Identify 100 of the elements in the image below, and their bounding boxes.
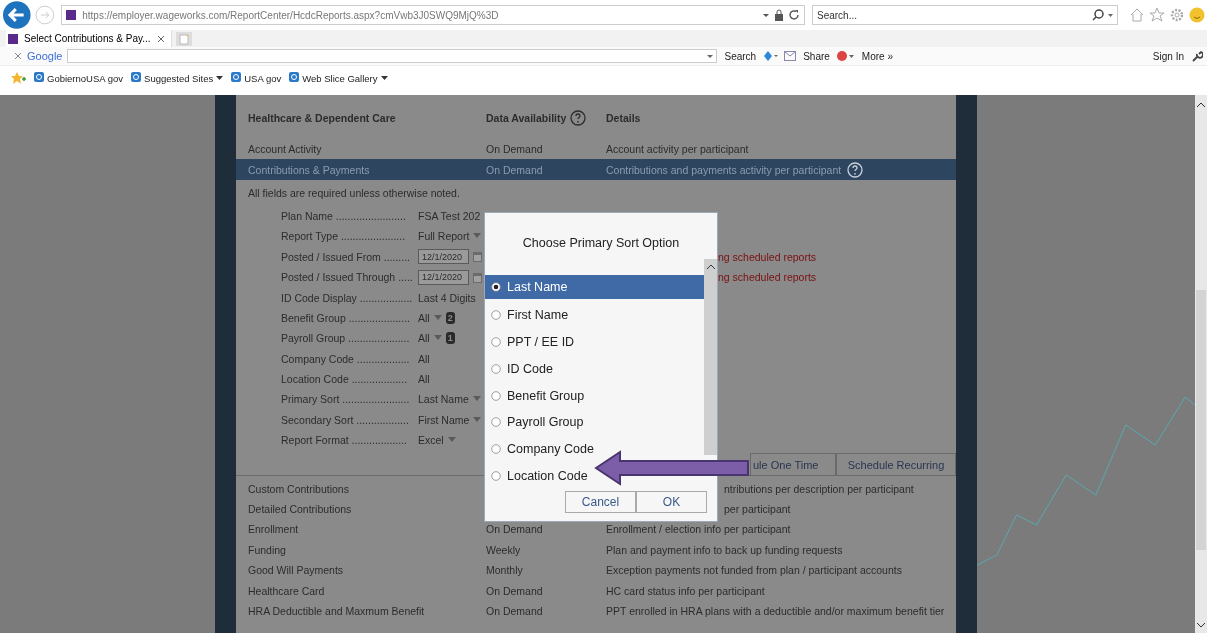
toolbar-search-field[interactable] [67, 49, 718, 63]
favorites-link[interactable]: Web Slice Gallery [289, 72, 388, 84]
scrollbar[interactable] [1195, 95, 1207, 633]
page-icon [289, 72, 300, 84]
calendar-icon[interactable] [473, 271, 482, 283]
sort-option[interactable]: PPT / EE ID [485, 328, 577, 356]
scroll-up-icon[interactable] [1196, 101, 1206, 109]
field-label: Report Format ................... [281, 434, 409, 447]
field-value: Last 4 Digits [418, 291, 476, 304]
help-icon[interactable] [570, 110, 587, 126]
availability-text: On Demand [486, 523, 543, 536]
address-field[interactable]: https://employer.wageworks.com/ReportCenter/HcdcReports.aspx?cmVwb3J0SWQ9MjQ%3D [61, 5, 805, 25]
forward-button[interactable] [34, 5, 55, 25]
sort-option[interactable]: Payroll Group [485, 409, 586, 436]
details-text: ntributions per description per participant [724, 482, 914, 495]
caret-icon[interactable] [380, 75, 388, 81]
date-field[interactable]: 12/1/2020 [418, 249, 469, 265]
date-field[interactable]: 12/1/2020 [418, 269, 469, 285]
count-badge: 2 [445, 311, 455, 324]
favorites-star-icon[interactable] [10, 71, 26, 85]
field-label: ID Code Display .................. [281, 291, 414, 304]
ok-button[interactable]: OK [636, 491, 707, 513]
field-value[interactable]: Full Report [418, 230, 470, 243]
browser-tab[interactable]: Select Contributions & Pay... [6, 30, 172, 47]
field-value[interactable]: All [418, 311, 430, 324]
sort-option[interactable]: Location Code [485, 462, 590, 490]
field-label: Company Code .................. [281, 352, 411, 365]
schedule-button[interactable]: Schedule Recurring [836, 453, 956, 476]
diamond-icon[interactable] [763, 50, 780, 62]
scroll-down-icon[interactable] [1196, 621, 1206, 629]
close-icon[interactable] [156, 34, 165, 43]
sign-in-button[interactable]: Sign In [1150, 50, 1186, 62]
field-label: Primary Sort ....................... [281, 393, 411, 406]
schedule-button[interactable]: ule One Time [750, 453, 836, 476]
sort-option[interactable]: Benefit Group [485, 382, 587, 409]
scroll-thumb[interactable] [1196, 290, 1206, 550]
report-name[interactable]: Good Will Payments [248, 564, 486, 577]
page-icon [131, 72, 142, 84]
scroll-up-icon[interactable] [705, 263, 716, 271]
details-text: PPT enrolled in HRA plans with a deductible and/or maximum benefit tier [606, 605, 945, 617]
details-text: Plan and payment info to back up funding requests [606, 543, 843, 556]
scrollbar[interactable] [704, 259, 717, 455]
search-field[interactable]: Search... [812, 5, 1118, 25]
report-row[interactable]: Contributions & Payments On Demand Contributions and payments activity per participant [236, 159, 956, 180]
lock-icon [774, 9, 784, 21]
radio-icon[interactable] [491, 390, 501, 401]
sort-option[interactable]: Company Code [485, 435, 596, 463]
radio-icon[interactable] [491, 282, 501, 292]
dropdown-icon[interactable] [706, 52, 715, 60]
mail-icon[interactable] [784, 51, 797, 61]
back-button[interactable] [2, 0, 32, 30]
radio-icon[interactable] [491, 470, 501, 481]
favorites-link[interactable]: Suggested Sites [131, 72, 224, 84]
refresh-icon[interactable] [788, 9, 800, 21]
share-button[interactable]: Share [801, 50, 832, 62]
field-value[interactable]: Last Name [418, 393, 469, 406]
field-label: Posted / Issued Through ..... [281, 271, 414, 284]
details-text: Exception payments not funded from plan / participant accounts [606, 564, 902, 577]
radio-icon[interactable] [491, 337, 501, 347]
caret-icon[interactable] [216, 75, 224, 81]
arrow-icon [594, 450, 750, 486]
details-text: Enrollment / election info per participant [606, 523, 791, 536]
sort-option[interactable]: First Name [485, 301, 571, 329]
calendar-icon[interactable] [473, 251, 482, 263]
report-name[interactable]: Enrollment [248, 523, 486, 536]
report-name[interactable]: Custom Contributions [248, 482, 486, 495]
availability-text: Monthly [486, 564, 523, 577]
settings-icon[interactable] [1169, 7, 1185, 23]
home-icon[interactable] [1129, 7, 1145, 23]
sort-option[interactable]: ID Code [485, 355, 555, 383]
favorites-link[interactable]: GobiernoUSA gov [34, 72, 124, 84]
favorites-link[interactable]: USA gov [231, 72, 282, 84]
radio-icon[interactable] [491, 363, 501, 374]
cancel-button[interactable]: Cancel [565, 491, 636, 513]
report-name[interactable]: HRA Deductible and Maxmum Benefit [248, 605, 486, 617]
search-icon[interactable] [1092, 9, 1114, 21]
warning-text: ng scheduled reports [718, 271, 817, 284]
field-value[interactable]: First Name [418, 413, 470, 426]
new-tab-button[interactable] [175, 31, 192, 46]
field-value[interactable]: All [418, 332, 430, 345]
sort-option[interactable]: Last Name [485, 275, 704, 299]
radio-icon[interactable] [491, 444, 501, 455]
radio-icon[interactable] [491, 310, 501, 321]
close-icon[interactable] [14, 52, 22, 60]
site-icon [66, 10, 77, 20]
field-label: Report Type ...................... [281, 230, 407, 243]
report-name[interactable]: Healthcare Card [248, 584, 486, 597]
more-button[interactable]: More » [859, 50, 895, 62]
field-value[interactable]: Excel [418, 434, 444, 447]
radio-icon[interactable] [491, 417, 501, 428]
field-label: Location Code ................... [281, 373, 409, 386]
star-icon[interactable] [1149, 7, 1165, 23]
dropdown-icon[interactable] [762, 11, 770, 19]
report-name[interactable]: Funding [248, 543, 486, 556]
wrench-icon[interactable] [1191, 50, 1203, 62]
toolbar-search-button[interactable]: Search [722, 50, 759, 62]
report-name[interactable]: Detailed Contributions [248, 503, 486, 516]
smiley-icon[interactable] [1189, 7, 1205, 23]
report-row[interactable]: Account Activity On Demand Account activity per participant [236, 139, 956, 160]
field-label: Secondary Sort .................. [281, 413, 410, 426]
